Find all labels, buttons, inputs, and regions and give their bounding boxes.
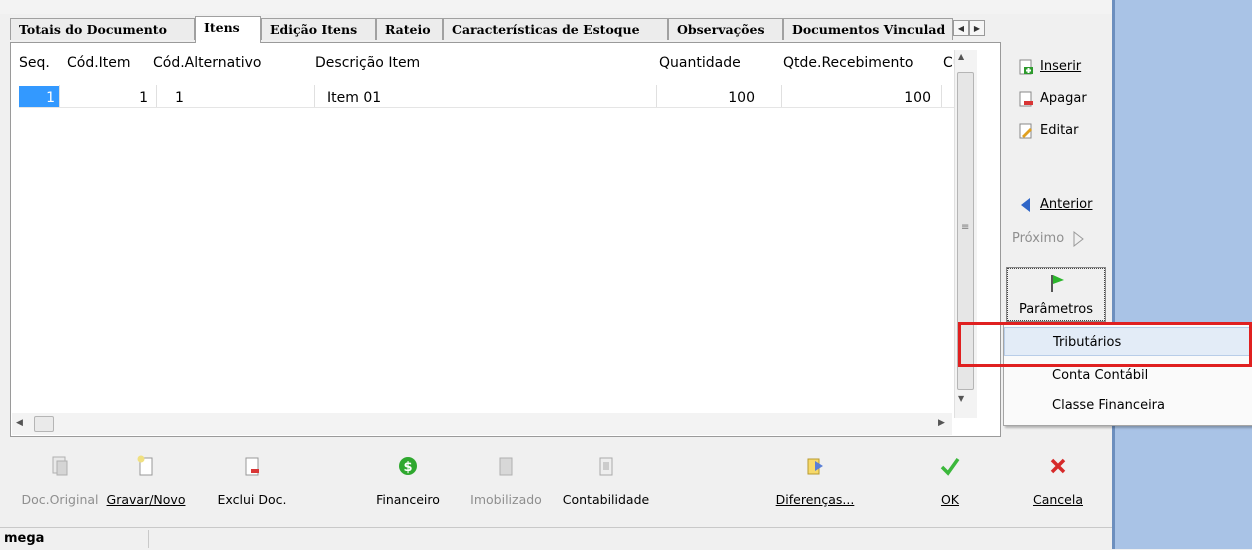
tab-totais-documento[interactable]: Totais do Documento bbox=[10, 18, 195, 40]
tab-edicao-itens[interactable]: Edição Itens bbox=[261, 18, 376, 40]
apagar-label: Apagar bbox=[1040, 91, 1087, 106]
document-gray-icon bbox=[499, 457, 513, 476]
cell-qtde-recebimento[interactable]: 100 bbox=[783, 87, 931, 109]
document-icon bbox=[52, 456, 68, 476]
cell-quantidade[interactable]: 100 bbox=[659, 87, 755, 109]
exclui-doc-label: Exclui Doc. bbox=[217, 492, 287, 507]
svg-text:$: $ bbox=[403, 460, 412, 475]
gravar-novo-label: Gravar/Novo bbox=[106, 492, 186, 507]
imobilizado-button[interactable]: Imobilizado bbox=[466, 441, 546, 521]
column-header-seq[interactable]: Seq. bbox=[19, 55, 50, 71]
doc-original-button[interactable]: Doc.Original bbox=[20, 441, 100, 521]
column-divider bbox=[656, 85, 657, 107]
diferencas-button[interactable]: Diferenças... bbox=[770, 441, 860, 521]
tab-caracteristicas-estoque[interactable]: Características de Estoque bbox=[443, 18, 668, 40]
status-bar: mega bbox=[0, 527, 1112, 550]
exclui-doc-button[interactable]: Exclui Doc. bbox=[212, 441, 292, 521]
column-divider bbox=[314, 85, 315, 107]
cancela-label: Cancela bbox=[1032, 492, 1083, 507]
column-divider bbox=[156, 85, 157, 107]
column-header-quantidade[interactable]: Quantidade bbox=[659, 55, 741, 71]
bottom-toolbar: Doc.Original Gravar/Novo Exclui Doc. $ F… bbox=[10, 441, 1112, 527]
financeiro-label: Financeiro bbox=[376, 492, 440, 507]
cell-cod-alternativo[interactable]: 1 bbox=[175, 87, 184, 109]
cell-descricao-item[interactable]: Item 01 bbox=[327, 87, 381, 109]
insert-icon bbox=[1019, 59, 1033, 74]
anterior-button[interactable]: Anterior bbox=[1018, 194, 1092, 216]
background-panel bbox=[1112, 0, 1252, 549]
imobilizado-label: Imobilizado bbox=[470, 492, 542, 507]
horizontal-scrollbar[interactable] bbox=[12, 413, 952, 435]
close-icon bbox=[1050, 458, 1066, 474]
editar-button[interactable]: Editar bbox=[1018, 120, 1079, 142]
tab-rateio[interactable]: Rateio bbox=[376, 18, 443, 40]
compare-icon bbox=[807, 458, 823, 475]
checkmark-icon bbox=[940, 457, 960, 476]
column-divider bbox=[941, 85, 942, 107]
status-separator bbox=[148, 530, 149, 548]
doc-original-label: Doc.Original bbox=[21, 492, 99, 507]
delete-document-icon bbox=[245, 457, 259, 476]
cancela-button[interactable]: Cancela bbox=[1028, 441, 1088, 521]
ok-button[interactable]: OK bbox=[930, 441, 970, 521]
parametros-button[interactable]: Parâmetros bbox=[1006, 267, 1106, 322]
background-panel-edge bbox=[1112, 0, 1115, 549]
menu-item-classe-financeira[interactable]: Classe Financeira bbox=[1004, 391, 1252, 420]
tab-observacoes[interactable]: Observações bbox=[668, 18, 783, 40]
column-divider bbox=[59, 85, 60, 107]
tab-scroll-right-icon[interactable]: ▶ bbox=[969, 20, 985, 36]
scroll-down-icon[interactable]: ▼ bbox=[958, 394, 964, 403]
flag-icon bbox=[1051, 275, 1064, 292]
delete-icon bbox=[1019, 91, 1033, 106]
arrow-right-icon bbox=[1073, 230, 1084, 247]
tab-itens[interactable]: Itens bbox=[195, 16, 261, 43]
tab-scroll-left-icon[interactable]: ◀ bbox=[953, 20, 969, 36]
tab-documentos-vinculados[interactable]: Documentos Vinculad bbox=[783, 18, 953, 40]
scroll-right-icon[interactable]: ▶ bbox=[938, 418, 945, 428]
anterior-label: Anterior bbox=[1040, 197, 1093, 212]
column-header-descricao-item[interactable]: Descrição Item bbox=[315, 55, 420, 71]
column-divider bbox=[781, 85, 782, 107]
diferencas-label: Diferenças... bbox=[775, 492, 855, 507]
cell-cod-item[interactable]: 1 bbox=[63, 87, 148, 109]
items-grid[interactable]: Seq. Cód.Item Cód.Alternativo Descrição … bbox=[10, 42, 1001, 437]
apagar-button[interactable]: Apagar bbox=[1018, 88, 1087, 110]
contabilidade-label: Contabilidade bbox=[562, 492, 650, 507]
dollar-icon: $ bbox=[399, 457, 417, 475]
new-document-icon bbox=[137, 455, 153, 476]
tab-bar: Totais do Documento Itens Edição Itens R… bbox=[10, 16, 1002, 43]
contabilidade-button[interactable]: Contabilidade bbox=[556, 441, 656, 521]
parametros-label: Parâmetros bbox=[1018, 302, 1094, 317]
scroll-up-icon[interactable]: ▲ bbox=[958, 52, 964, 61]
column-header-qtde-recebimento[interactable]: Qtde.Recebimento bbox=[783, 55, 913, 71]
highlight-box bbox=[958, 322, 1252, 367]
status-user: mega bbox=[4, 531, 45, 546]
gravar-novo-button[interactable]: Gravar/Novo bbox=[106, 441, 186, 521]
financeiro-button[interactable]: $ Financeiro bbox=[368, 441, 448, 521]
inserir-label: Inserir bbox=[1040, 59, 1082, 74]
column-header-cod-alternativo[interactable]: Cód.Alternativo bbox=[153, 55, 261, 71]
window-top-strip bbox=[0, 0, 1112, 14]
inserir-button[interactable]: Inserir bbox=[1018, 56, 1081, 78]
proximo-button[interactable]: Próximo bbox=[1012, 228, 1086, 250]
proximo-label: Próximo bbox=[1012, 231, 1065, 246]
scroll-left-icon[interactable]: ◀ bbox=[16, 418, 23, 428]
edit-icon bbox=[1019, 123, 1032, 138]
editar-label: Editar bbox=[1040, 123, 1079, 138]
arrow-left-icon bbox=[1021, 197, 1030, 212]
ok-label: OK bbox=[940, 492, 960, 507]
horizontal-scroll-thumb[interactable] bbox=[34, 416, 54, 432]
ledger-icon bbox=[599, 457, 613, 476]
column-header-cod-item[interactable]: Cód.Item bbox=[67, 55, 131, 71]
cell-seq[interactable]: 1 bbox=[19, 87, 55, 109]
thumb-grip-icon: ≡ bbox=[961, 222, 970, 233]
